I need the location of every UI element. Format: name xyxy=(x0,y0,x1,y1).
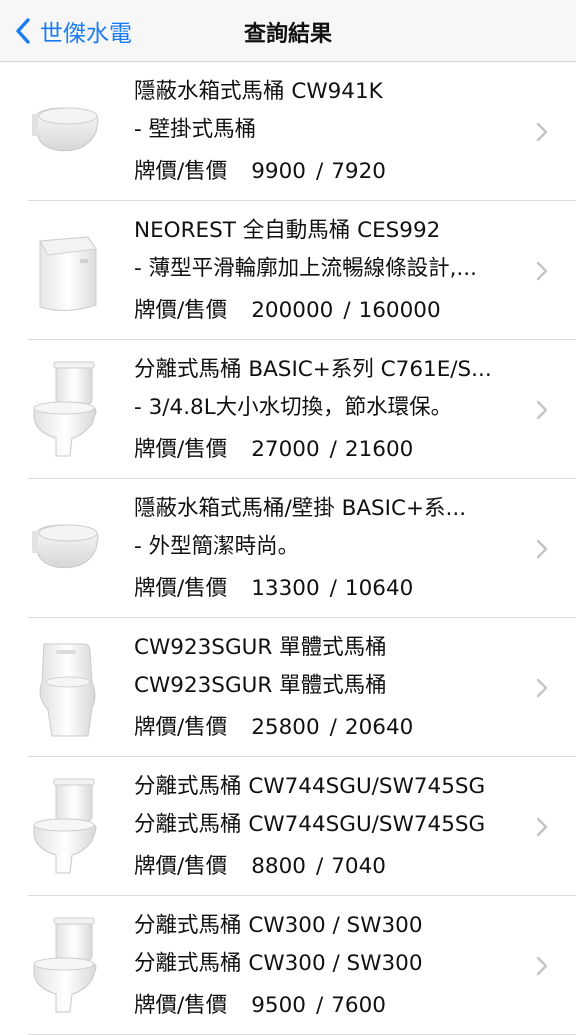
product-name: CW923SGUR 單體式馬桶 xyxy=(134,635,387,660)
product-name: 分離式馬桶 CW300 / SW300 xyxy=(134,913,423,938)
sale-price: 7040 xyxy=(331,854,386,879)
two-piece-toilet-image xyxy=(33,917,97,1013)
product-image xyxy=(26,636,106,740)
list-price: 8800 xyxy=(251,854,306,879)
wall-hung-toilet-image xyxy=(32,107,99,152)
list-price: 200000 xyxy=(251,298,334,323)
smart-toilet-image xyxy=(39,236,97,311)
chevron-right-icon xyxy=(536,678,548,698)
two-piece-toilet-image xyxy=(33,361,97,457)
product-price: 牌價/售價 200000/160000 xyxy=(134,298,441,323)
price-label: 牌價/售價 xyxy=(134,437,228,462)
sale-price: 160000 xyxy=(358,298,441,323)
product-image xyxy=(26,775,106,879)
navigation-bar: 世傑水電 查詢結果 xyxy=(0,0,576,62)
product-price: 牌價/售價 9900/7920 xyxy=(134,159,386,184)
list-item[interactable]: CW923SGUR 單體式馬桶 CW923SGUR 單體式馬桶 牌價/售價 258… xyxy=(0,618,576,757)
list-price: 25800 xyxy=(251,715,320,740)
sale-price: 7600 xyxy=(331,993,386,1018)
product-name: 分離式馬桶 CW744SGU/SW745SG xyxy=(134,774,486,799)
product-description: - 外型簡潔時尚。 xyxy=(134,534,300,559)
list-item[interactable]: 分離式馬桶 BASIC+系列 C761E/S... - 3/4.8L大小水切換，… xyxy=(0,340,576,479)
chevron-right-icon xyxy=(536,539,548,559)
one-piece-toilet-image xyxy=(39,643,96,737)
list-item[interactable]: 隱蔽水箱式馬桶/壁掛 BASIC+系... - 外型簡潔時尚。 牌價/售價 133… xyxy=(0,479,576,618)
product-image xyxy=(26,358,106,462)
list-item[interactable]: 分離式馬桶 CW300 / SW300 分離式馬桶 CW300 / SW300 … xyxy=(0,896,576,1035)
chevron-right-icon xyxy=(536,817,548,837)
product-name: NEOREST 全自動馬桶 CES992 xyxy=(134,218,441,243)
product-description: - 3/4.8L大小水切換，節水環保。 xyxy=(134,395,453,420)
list-price: 9900 xyxy=(251,159,306,184)
list-item[interactable]: 分離式馬桶 CW744SGU/SW745SG 分離式馬桶 CW744SGU/SW… xyxy=(0,757,576,896)
product-image xyxy=(26,80,106,184)
product-price: 牌價/售價 27000/21600 xyxy=(134,437,414,462)
result-list: 隱蔽水箱式馬桶 CW941K - 壁掛式馬桶 牌價/售價 9900/7920 NE… xyxy=(0,62,576,1035)
two-piece-toilet-image xyxy=(33,778,97,874)
product-description: 分離式馬桶 CW300 / SW300 xyxy=(134,951,423,976)
chevron-right-icon xyxy=(536,261,548,281)
sale-price: 7920 xyxy=(331,159,386,184)
list-price: 13300 xyxy=(251,576,320,601)
wall-hung-toilet-image xyxy=(32,524,99,569)
price-label: 牌價/售價 xyxy=(134,576,228,601)
product-price: 牌價/售價 8800/7040 xyxy=(134,854,386,879)
product-price: 牌價/售價 9500/7600 xyxy=(134,993,386,1018)
product-name: 隱蔽水箱式馬桶 CW941K xyxy=(134,79,383,104)
product-image xyxy=(26,914,106,1018)
sale-price: 10640 xyxy=(344,576,414,601)
price-label: 牌價/售價 xyxy=(134,715,228,740)
price-label: 牌價/售價 xyxy=(134,854,228,879)
chevron-right-icon xyxy=(536,400,548,420)
product-name: 分離式馬桶 BASIC+系列 C761E/S... xyxy=(134,357,492,382)
sale-price: 20640 xyxy=(344,715,414,740)
product-description: 分離式馬桶 CW744SGU/SW745SG xyxy=(134,812,486,837)
price-label: 牌價/售價 xyxy=(134,993,228,1018)
product-description: - 薄型平滑輪廓加上流暢線條設計,... xyxy=(134,256,477,281)
list-item[interactable]: NEOREST 全自動馬桶 CES992 - 薄型平滑輪廓加上流暢線條設計,..… xyxy=(0,201,576,340)
page-title: 查詢結果 xyxy=(243,22,332,47)
list-item[interactable]: 隱蔽水箱式馬桶 CW941K - 壁掛式馬桶 牌價/售價 9900/7920 xyxy=(0,62,576,201)
price-label: 牌價/售價 xyxy=(134,298,228,323)
list-price: 9500 xyxy=(251,993,306,1018)
list-price: 27000 xyxy=(251,437,320,462)
price-label: 牌價/售價 xyxy=(134,159,228,184)
product-price: 牌價/售價 25800/20640 xyxy=(134,715,414,740)
chevron-right-icon xyxy=(536,956,548,976)
product-description: - 壁掛式馬桶 xyxy=(134,117,257,142)
sale-price: 21600 xyxy=(344,437,414,462)
chevron-right-icon xyxy=(536,122,548,142)
product-name: 隱蔽水箱式馬桶/壁掛 BASIC+系... xyxy=(134,496,467,521)
product-image xyxy=(26,497,106,601)
product-description: CW923SGUR 單體式馬桶 xyxy=(134,673,387,698)
product-image xyxy=(26,219,106,323)
product-price: 牌價/售價 13300/10640 xyxy=(134,576,414,601)
